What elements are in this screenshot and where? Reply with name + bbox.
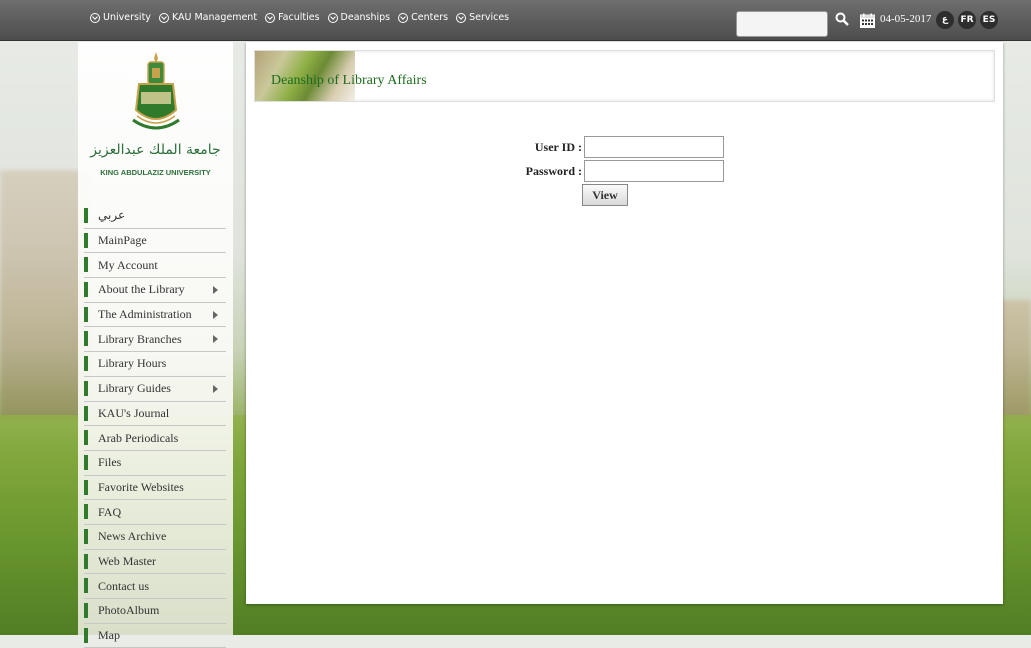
university-emblem-icon	[132, 52, 180, 130]
sidebar-item-label: عربي	[98, 208, 126, 223]
chevron-down-icon	[265, 12, 276, 23]
sidebar-item-label: Arab Periodicals	[98, 430, 179, 445]
sidebar-item-arabic[interactable]: عربي	[84, 204, 226, 229]
sidebar-item-kau-journal[interactable]: KAU's Journal	[84, 402, 226, 427]
sidebar-item-label: Contact us	[98, 578, 149, 593]
submenu-arrow-icon	[213, 335, 218, 344]
user-id-label: User ID :	[534, 139, 582, 154]
user-id-row: User ID :	[506, 136, 724, 158]
language-french-button[interactable]: FR	[958, 11, 976, 29]
topnav-label: Services	[469, 12, 510, 23]
sidebar-item-map[interactable]: Map	[84, 624, 226, 648]
page-title: Deanship of Library Affairs	[271, 73, 427, 88]
topnav-faculties[interactable]: Faculties	[265, 12, 320, 23]
topnav-label: Faculties	[278, 12, 320, 23]
sidebar-item-contact-us[interactable]: Contact us	[84, 574, 226, 599]
sidebar-item-faq[interactable]: FAQ	[84, 500, 226, 525]
main-panel: Deanship of Library Affairs User ID : Pa…	[246, 42, 1003, 604]
topnav-centers[interactable]: Centers	[398, 12, 448, 23]
sidebar-item-label: Library Branches	[98, 331, 182, 346]
search-icon[interactable]	[835, 12, 849, 26]
sidebar-item-label: MainPage	[98, 233, 147, 248]
chevron-down-icon	[327, 12, 338, 23]
password-field[interactable]	[584, 160, 724, 182]
chevron-down-icon	[158, 12, 169, 23]
sidebar-item-administration[interactable]: The Administration	[84, 303, 226, 328]
sidebar-item-library-hours[interactable]: Library Hours	[84, 352, 226, 377]
sidebar-item-label: The Administration	[98, 307, 192, 322]
language-spanish-button[interactable]: ES	[980, 11, 998, 29]
chevron-down-icon	[456, 12, 467, 23]
chevron-down-icon	[90, 12, 100, 23]
background-building-right	[999, 300, 1031, 420]
topnav-university[interactable]: University	[90, 12, 151, 23]
sidebar-item-label: News Archive	[98, 529, 167, 544]
top-nav: University KAU Management Faculties Dean…	[90, 12, 509, 23]
user-id-field[interactable]	[584, 136, 724, 158]
language-arabic-button[interactable]: ع	[936, 11, 954, 29]
sidebar-item-label: Library Guides	[98, 381, 171, 396]
sidebar-item-label: Favorite Websites	[98, 479, 184, 494]
topnav-kau-management[interactable]: KAU Management	[158, 12, 258, 23]
top-bar: University KAU Management Faculties Dean…	[0, 0, 1031, 41]
topnav-deanships[interactable]: Deanships	[327, 12, 391, 23]
sidebar-item-photoalbum[interactable]: PhotoAlbum	[84, 599, 226, 624]
calendar-icon	[860, 13, 875, 28]
password-row: Password :	[506, 160, 724, 182]
topnav-label: KAU Management	[171, 12, 258, 23]
view-button[interactable]: View	[582, 184, 628, 206]
sidebar-item-label: Web Master	[98, 553, 157, 568]
page-banner: Deanship of Library Affairs	[254, 50, 995, 102]
university-logo[interactable]: جامعة الملك عبدالعزيز KING ABDULAZIZ UNI…	[78, 50, 233, 185]
sidebar-item-arab-periodicals[interactable]: Arab Periodicals	[84, 426, 226, 451]
sidebar-item-news-archive[interactable]: News Archive	[84, 525, 226, 550]
logo-arabic-text: جامعة الملك عبدالعزيز	[90, 142, 221, 158]
topnav-label: Centers	[411, 12, 449, 23]
sidebar-item-label: Library Hours	[98, 356, 167, 371]
submenu-arrow-icon	[213, 310, 218, 319]
sidebar-item-label: Files	[98, 455, 122, 470]
current-date: 04-05-2017	[880, 13, 932, 25]
submenu-arrow-icon	[213, 286, 218, 295]
topnav-label: Deanships	[340, 12, 391, 23]
chevron-down-icon	[398, 12, 409, 23]
sidebar-item-favorite-websites[interactable]: Favorite Websites	[84, 476, 226, 501]
background-building-left	[0, 170, 90, 420]
topnav-label: University	[103, 12, 151, 23]
submenu-arrow-icon	[213, 384, 218, 393]
search-input[interactable]	[736, 11, 828, 37]
sidebar-item-label: FAQ	[98, 504, 122, 519]
sidebar-item-library-branches[interactable]: Library Branches	[84, 327, 226, 353]
sidebar-item-web-master[interactable]: Web Master	[84, 550, 226, 575]
sidebar-item-mainpage[interactable]: MainPage	[84, 229, 226, 254]
login-form: User ID : Password : View	[506, 136, 724, 206]
sidebar-item-label: My Account	[98, 257, 158, 272]
sidebar-item-label: About the Library	[98, 282, 185, 297]
sidebar: جامعة الملك عبدالعزيز KING ABDULAZIZ UNI…	[78, 42, 233, 648]
sidebar-item-label: PhotoAlbum	[98, 603, 160, 618]
password-label: Password :	[525, 163, 582, 178]
topnav-services[interactable]: Services	[456, 12, 509, 23]
sidebar-item-library-guides[interactable]: Library Guides	[84, 377, 226, 402]
sidebar-menu: عربي MainPage My Account About the Libra…	[84, 204, 226, 648]
sidebar-item-about-library[interactable]: About the Library	[84, 278, 226, 303]
sidebar-item-label: KAU's Journal	[98, 405, 170, 420]
sidebar-item-my-account[interactable]: My Account	[84, 253, 226, 279]
logo-english-text: KING ABDULAZIZ UNIVERSITY	[100, 168, 211, 177]
sidebar-item-files[interactable]: Files	[84, 451, 226, 476]
sidebar-item-label: Map	[98, 628, 120, 643]
